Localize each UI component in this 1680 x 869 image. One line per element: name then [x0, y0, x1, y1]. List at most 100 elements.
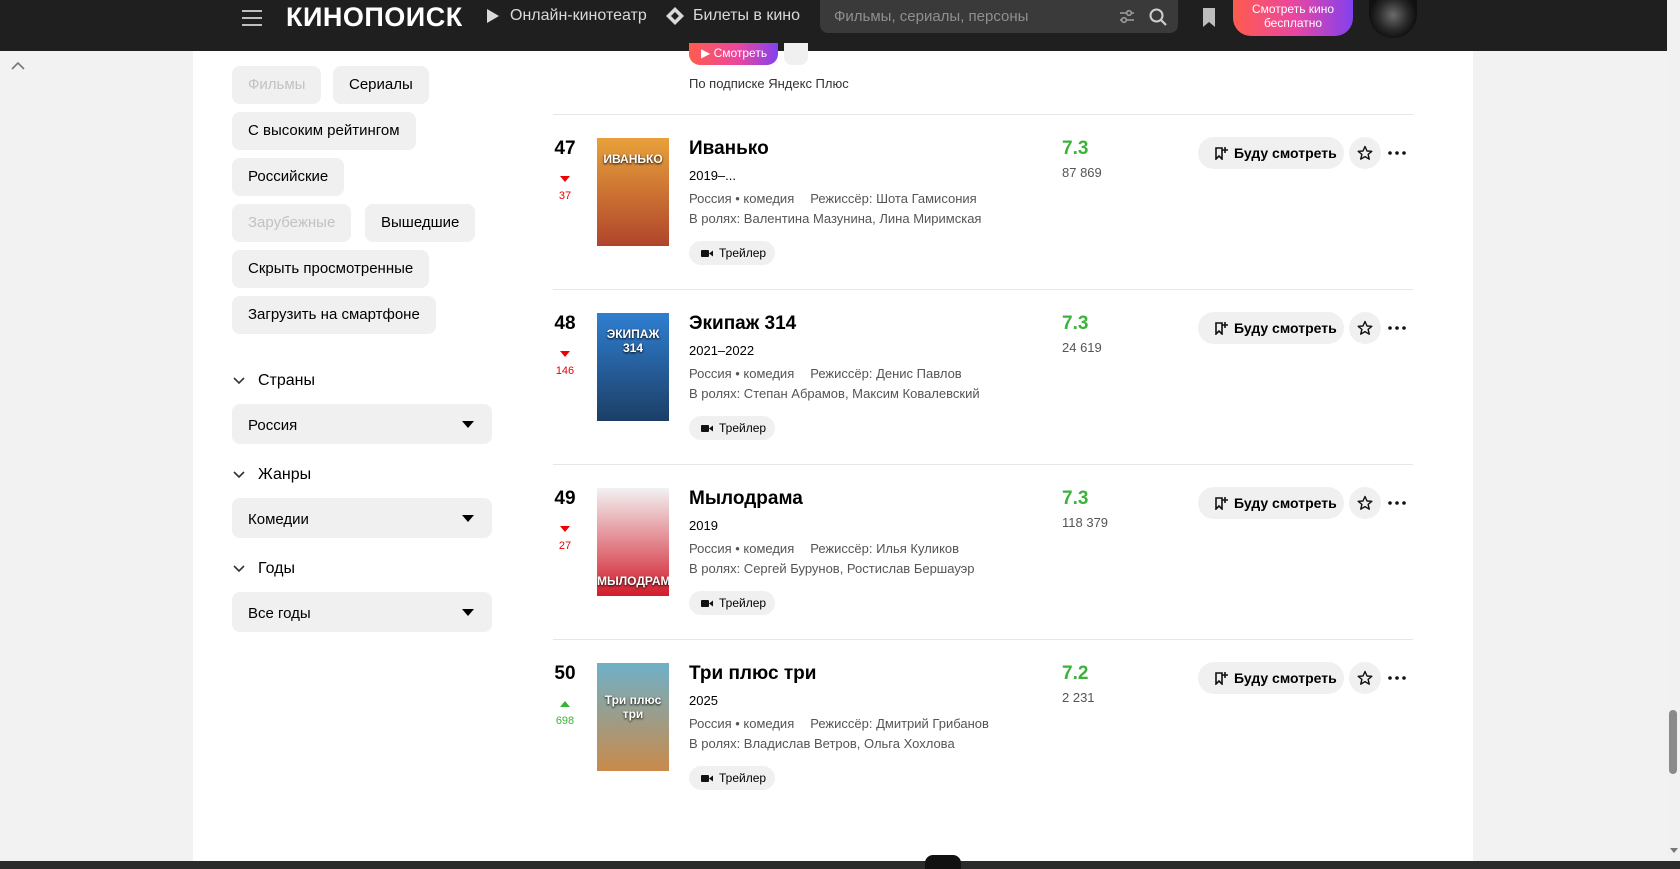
- will-watch-button[interactable]: Буду смотреть: [1198, 487, 1344, 519]
- film-meta: Россия • комедия Режиссёр: Денис Павлов: [689, 366, 962, 381]
- film-year: 2019–...: [689, 168, 736, 183]
- rate-button[interactable]: [1349, 312, 1381, 344]
- film-poster[interactable]: ИВАНЬКО: [597, 138, 669, 246]
- film-title[interactable]: Экипаж 314: [689, 313, 796, 335]
- trailer-button[interactable]: Трейлер: [689, 591, 775, 615]
- film-director: Режиссёр: Шота Гамисония: [810, 191, 977, 206]
- trailer-icon[interactable]: [784, 43, 808, 65]
- chip-released[interactable]: Вышедшие: [365, 204, 476, 242]
- trailer-button[interactable]: Трейлер: [689, 416, 775, 440]
- film-votes: 87 869: [1062, 165, 1102, 180]
- film-poster[interactable]: ЭКИПАЖ 314: [597, 313, 669, 421]
- film-rating: 7.2: [1062, 663, 1089, 684]
- chip-series[interactable]: Сериалы: [333, 66, 429, 104]
- rank-down-icon: [560, 526, 570, 532]
- rank-delta: 27: [558, 540, 572, 552]
- rank-down-icon: [560, 351, 570, 357]
- video-camera-icon: [701, 424, 713, 432]
- film-director: Режиссёр: Илья Куликов: [810, 541, 960, 556]
- genres-section-toggle[interactable]: Жанры: [232, 466, 311, 484]
- chip-foreign[interactable]: Зарубежные: [232, 204, 352, 242]
- subscription-note: По подписке Яндекс Плюс: [689, 76, 849, 91]
- search-input[interactable]: [834, 8, 1094, 25]
- will-watch-button[interactable]: Буду смотреть: [1198, 137, 1344, 169]
- divider: [553, 114, 1413, 115]
- more-dots-icon: [1388, 501, 1406, 505]
- nav-online-cinema-label: Онлайн-кинотеатр: [510, 7, 647, 24]
- film-year: 2019: [689, 518, 718, 533]
- watch-button[interactable]: ▶ Смотреть: [689, 43, 778, 65]
- chevron-up-icon[interactable]: [10, 60, 26, 72]
- film-poster[interactable]: МЫЛОДРАМА: [597, 488, 669, 596]
- chip-films[interactable]: Фильмы: [232, 66, 322, 104]
- film-cast: В ролях: Степан Абрамов, Максим Ковалевс…: [689, 386, 980, 401]
- star-icon: [1357, 320, 1373, 335]
- film-title[interactable]: Иванько: [689, 138, 769, 160]
- film-cast: В ролях: Владислав Ветров, Ольга Хохлова: [689, 736, 955, 751]
- nav-cinema-tickets[interactable]: Билеты в кино: [665, 6, 800, 26]
- will-watch-label: Буду смотреть: [1234, 495, 1337, 511]
- chip-russian[interactable]: Российские: [232, 158, 345, 196]
- poster-title: ЭКИПАЖ 314: [606, 327, 660, 355]
- bookmark-icon[interactable]: [1201, 7, 1217, 29]
- more-dots-icon: [1388, 151, 1406, 155]
- star-icon: [1357, 145, 1373, 160]
- film-rating: 7.3: [1062, 313, 1089, 334]
- more-dots-icon: [1388, 326, 1406, 330]
- rate-button[interactable]: [1349, 137, 1381, 169]
- genres-select[interactable]: Комедии: [232, 498, 492, 538]
- divider: [553, 639, 1413, 640]
- will-watch-button[interactable]: Буду смотреть: [1198, 662, 1344, 694]
- avatar[interactable]: [1369, 0, 1417, 38]
- more-button[interactable]: [1385, 312, 1409, 344]
- countries-select[interactable]: Россия: [232, 404, 492, 444]
- chip-hide-watched[interactable]: Скрыть просмотренные: [232, 250, 430, 288]
- film-poster[interactable]: Три плюс три: [597, 663, 669, 771]
- countries-section-toggle[interactable]: Страны: [232, 372, 315, 390]
- film-votes: 24 619: [1062, 340, 1102, 355]
- nav-online-cinema[interactable]: Онлайн-кинотеатр: [482, 6, 647, 26]
- kinopoisk-logo[interactable]: КИНОПОИСК: [286, 2, 463, 33]
- years-section-toggle[interactable]: Годы: [232, 560, 295, 578]
- poster-title: Три плюс три: [604, 693, 662, 721]
- play-icon: [487, 9, 499, 23]
- film-title[interactable]: Три плюс три: [689, 663, 816, 685]
- will-watch-label: Буду смотреть: [1234, 320, 1337, 336]
- scroll-down-icon[interactable]: [1670, 848, 1678, 853]
- trailer-button[interactable]: Трейлер: [689, 766, 775, 790]
- film-votes: 2 231: [1062, 690, 1095, 705]
- more-button[interactable]: [1385, 487, 1409, 519]
- bottom-pill[interactable]: [925, 855, 961, 869]
- filter-icon[interactable]: [1118, 8, 1136, 26]
- more-button[interactable]: [1385, 137, 1409, 169]
- countries-title: Страны: [258, 372, 316, 389]
- film-year: 2021–2022: [689, 343, 755, 358]
- more-dots-icon: [1388, 676, 1406, 680]
- bookmark-add-icon: [1215, 147, 1228, 160]
- film-year: 2025: [689, 693, 718, 708]
- film-votes: 118 379: [1062, 515, 1109, 530]
- rate-button[interactable]: [1349, 662, 1381, 694]
- scrollbar[interactable]: [1667, 0, 1680, 861]
- search-icon[interactable]: [1148, 7, 1168, 27]
- countries-value: Россия: [248, 417, 298, 434]
- chip-high-rating[interactable]: С высоким рейтингом: [232, 112, 416, 150]
- will-watch-button[interactable]: Буду смотреть: [1198, 312, 1344, 344]
- bookmark-add-icon: [1215, 497, 1228, 510]
- more-button[interactable]: [1385, 662, 1409, 694]
- film-meta: Россия • комедия Режиссёр: Шота Гамисония: [689, 191, 977, 206]
- trailer-button[interactable]: Трейлер: [689, 241, 775, 265]
- years-select[interactable]: Все годы: [232, 592, 492, 632]
- rank-down-icon: [560, 176, 570, 182]
- scrollbar-thumb[interactable]: [1669, 710, 1677, 774]
- chip-download-phone[interactable]: Загрузить на смартфоне: [232, 296, 436, 334]
- will-watch-label: Буду смотреть: [1234, 145, 1337, 161]
- menu-icon[interactable]: [242, 10, 262, 28]
- search-bar: [820, 0, 1178, 33]
- film-country-genre: Россия • комедия: [689, 716, 795, 731]
- trailer-label: Трейлер: [719, 596, 767, 610]
- star-icon: [1357, 495, 1373, 510]
- film-title[interactable]: Мылодрама: [689, 488, 803, 510]
- watch-free-button[interactable]: Смотреть кино бесплатно: [1233, 0, 1353, 36]
- rate-button[interactable]: [1349, 487, 1381, 519]
